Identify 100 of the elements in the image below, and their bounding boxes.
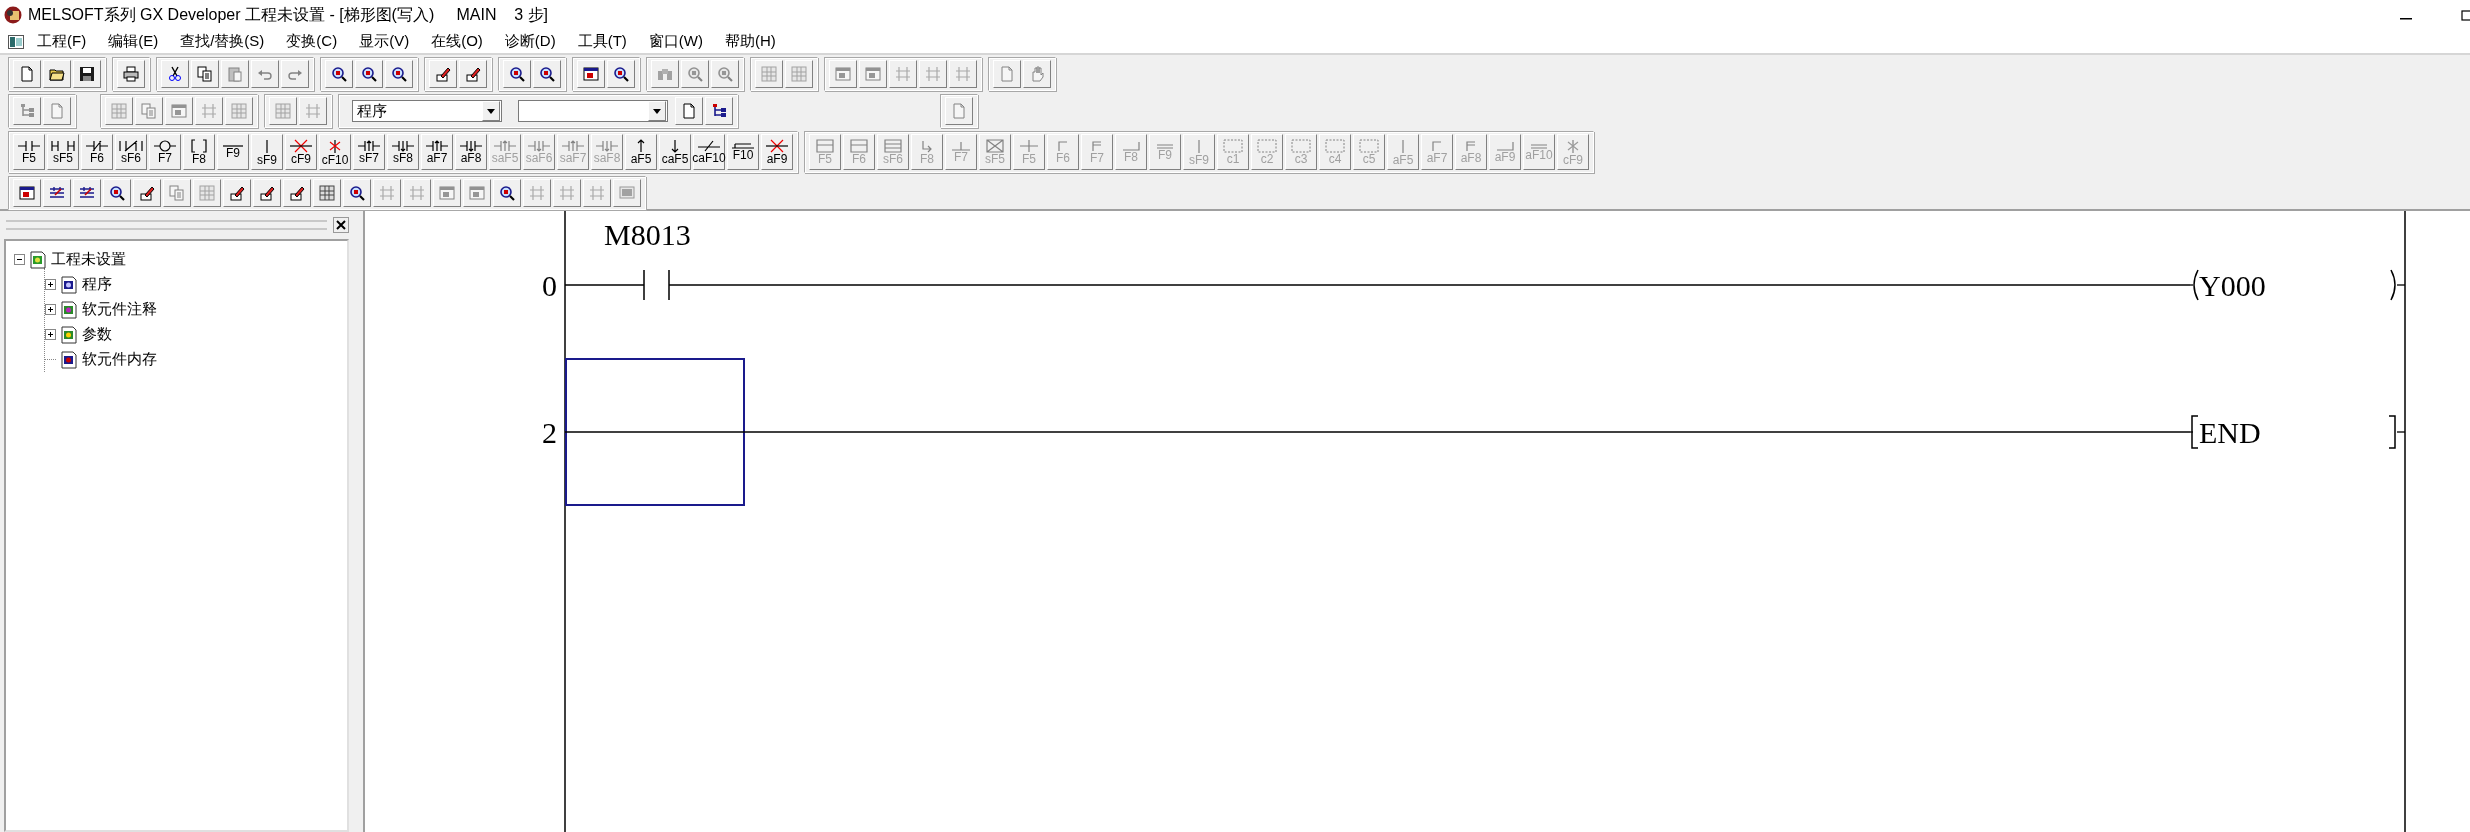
arrows-icon <box>955 66 971 82</box>
toolbar-button[interactable] <box>493 179 521 207</box>
menu-item[interactable]: 诊断(D) <box>493 32 567 51</box>
app-logo-icon <box>4 6 22 24</box>
instruction-label: END <box>2199 416 2261 449</box>
ladder-symbol-icon <box>51 140 75 152</box>
toolbar-button[interactable] <box>705 97 733 125</box>
function-key-button[interactable]: F9 <box>217 134 249 170</box>
menu-item[interactable]: 编辑(E) <box>97 32 170 51</box>
dropdown-field[interactable]: 程序 <box>352 100 502 122</box>
tree-item[interactable]: 工程未设置 <box>51 250 126 269</box>
ladder-symbol-icon <box>671 139 679 153</box>
pages-icon <box>141 103 157 119</box>
function-key-button[interactable]: F6 <box>81 134 113 170</box>
function-key-button[interactable]: sF5 <box>47 134 79 170</box>
arrows-icon <box>379 185 395 201</box>
ladder-symbol-icon <box>1291 139 1311 153</box>
ladder-symbol-icon <box>561 140 585 152</box>
toolbar-button[interactable] <box>385 60 413 88</box>
ladder-symbol-icon <box>1530 143 1548 149</box>
function-key-button[interactable]: caF10 <box>693 134 725 170</box>
tree-item[interactable]: 程序 <box>82 275 112 294</box>
magnifier-icon <box>391 66 407 82</box>
toolbar-button[interactable] <box>43 179 71 207</box>
grid-icon <box>319 185 335 201</box>
expand-icon[interactable] <box>45 329 56 340</box>
toolbar-button[interactable] <box>13 179 41 207</box>
menu-item[interactable]: 变换(C) <box>275 32 349 51</box>
toolbar-button[interactable] <box>103 179 131 207</box>
tree-item[interactable]: 软元件注释 <box>82 300 157 319</box>
function-key-button[interactable]: sF9 <box>251 134 283 170</box>
toolbar-button[interactable] <box>133 179 161 207</box>
menu-item[interactable]: 在线(O) <box>420 32 494 51</box>
ladder-symbol-icon <box>191 139 207 153</box>
window-icon <box>583 66 599 82</box>
collapse-icon[interactable] <box>14 254 25 265</box>
hand-icon <box>1029 66 1045 82</box>
scissors-icon <box>167 66 183 82</box>
toolbar-button[interactable] <box>253 179 281 207</box>
ladder-symbol-icon <box>1058 140 1068 152</box>
function-key-button[interactable]: cF10 <box>319 134 351 170</box>
expand-icon[interactable] <box>45 304 56 315</box>
toolbar-button[interactable] <box>355 60 383 88</box>
expand-icon[interactable] <box>45 279 56 290</box>
pages-icon <box>169 185 185 201</box>
menu-item[interactable]: 显示(V) <box>348 32 421 51</box>
menu-item[interactable]: 工程(F) <box>26 32 98 51</box>
ladder-symbol-icon <box>1156 143 1174 149</box>
printer-icon <box>123 66 139 82</box>
toolbar-button[interactable] <box>343 179 371 207</box>
toolbar-button[interactable] <box>325 60 353 88</box>
toolbar-button[interactable] <box>429 60 457 88</box>
toolbar-button[interactable] <box>503 60 531 88</box>
function-key-button[interactable]: sF8 <box>387 134 419 170</box>
close-icon[interactable] <box>333 217 349 233</box>
toolbar-button[interactable] <box>607 60 635 88</box>
toolbar-button[interactable] <box>73 60 101 88</box>
function-key-button[interactable]: F7 <box>149 134 181 170</box>
panel-grip[interactable] <box>6 220 327 230</box>
arrows-icon <box>895 66 911 82</box>
toolbar-button[interactable] <box>223 179 251 207</box>
function-key-button[interactable]: F10 <box>727 134 759 170</box>
function-key-button[interactable]: sF7 <box>353 134 385 170</box>
ladder-symbol-icon <box>1223 139 1243 153</box>
toolbar-button[interactable] <box>161 60 189 88</box>
function-key-button[interactable]: F8 <box>183 134 215 170</box>
menu-item[interactable]: 窗口(W) <box>637 32 714 51</box>
toolbar-button[interactable] <box>533 60 561 88</box>
magnifier-icon <box>539 66 555 82</box>
tree-item[interactable]: 软元件内存 <box>82 350 157 369</box>
menu-item[interactable]: 查找/替换(S) <box>169 32 276 51</box>
function-key-button[interactable]: aF8 <box>455 134 487 170</box>
toolbar-button[interactable] <box>459 60 487 88</box>
toolbar-button[interactable] <box>283 179 311 207</box>
function-key-button[interactable]: aF9 <box>761 134 793 170</box>
document-window-icon[interactable] <box>8 34 24 49</box>
toolbar-button[interactable] <box>577 60 605 88</box>
magnifier-icon <box>499 185 515 201</box>
ladder-symbol-icon <box>459 140 483 152</box>
function-key-button[interactable]: sF6 <box>115 134 147 170</box>
menu-item[interactable]: 工具(T) <box>566 32 638 51</box>
document-icon <box>60 350 78 369</box>
function-key-button[interactable]: aF7 <box>421 134 453 170</box>
ladder-symbol-icon <box>153 140 177 152</box>
restore-icon[interactable] <box>2460 7 2470 23</box>
toolbar-button[interactable] <box>43 60 71 88</box>
dropdown-field[interactable] <box>518 100 668 122</box>
ladder-symbol-icon <box>1325 139 1345 153</box>
function-key-button[interactable]: F5 <box>13 134 45 170</box>
grid-icon <box>231 103 247 119</box>
tree-item[interactable]: 参数 <box>82 325 112 344</box>
function-key-button[interactable]: caF5 <box>659 134 691 170</box>
pencil-icon <box>465 66 481 82</box>
toolbar-button[interactable] <box>73 179 101 207</box>
function-key-button[interactable]: cF9 <box>285 134 317 170</box>
magnifier-icon <box>109 185 125 201</box>
ladder-symbol-icon <box>1019 139 1039 153</box>
function-key-button[interactable]: aF5 <box>625 134 657 170</box>
menu-item[interactable]: 帮助(H) <box>713 32 787 51</box>
magnifier-icon <box>361 66 377 82</box>
